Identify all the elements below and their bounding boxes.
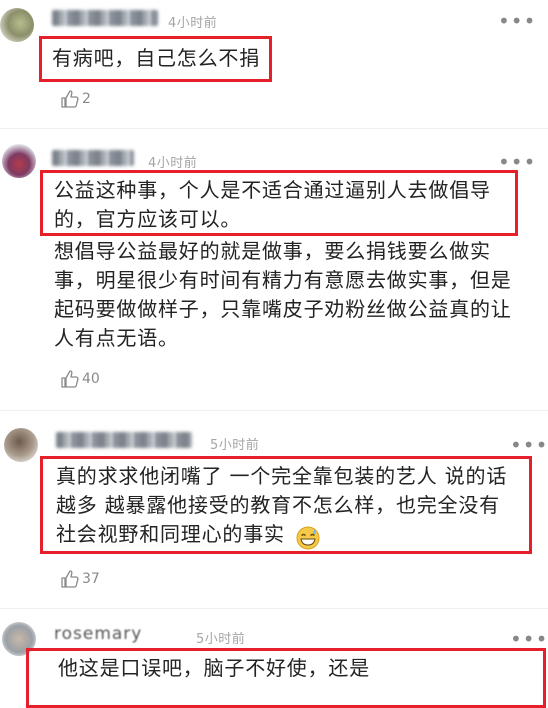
comment-text-continued: 想倡导公益最好的就是做事，要么捐钱要么做实 事，明星很少有时间有精力有意愿去做实… [54, 239, 512, 350]
like-count: 37 [82, 571, 100, 587]
like-button[interactable]: 40 [60, 369, 100, 389]
timestamp: 4小时前 [148, 156, 198, 171]
comment-text: 有病吧，自己怎么不捐 [52, 46, 260, 70]
comment-2: 4小时前 ••• 公益这种事，个人是不适合通过逼别人去做倡导 的，官方应该可以。… [0, 140, 548, 410]
timestamp: 5小时前 [210, 438, 260, 453]
divider [0, 608, 548, 609]
comment-3: 5小时前 ••• 真的求求他闭嘴了 一个完全靠包装的艺人 说的话 越多 越暴露他… [0, 424, 548, 609]
comment-text: 真的求求他闭嘴了 一个完全靠包装的艺人 说的话 越多 越暴露他接受的教育不怎么样… [56, 464, 508, 546]
comment-text: 他这是口误吧，脑子不好使，还是 [58, 656, 370, 680]
avatar[interactable] [4, 428, 38, 462]
more-options-icon[interactable]: ••• [498, 152, 536, 172]
thumbs-up-icon [61, 570, 79, 588]
more-options-icon[interactable]: ••• [498, 11, 536, 31]
like-count: 40 [82, 371, 100, 387]
grinning-sweat-emoji [296, 526, 320, 550]
avatar[interactable] [0, 8, 34, 42]
comment-4: rosemary 5小时前 ••• 他这是口误吧，脑子不好使，还是 [0, 618, 548, 708]
like-button[interactable]: 2 [60, 89, 91, 109]
thumbs-up-icon [61, 90, 79, 108]
avatar[interactable] [2, 144, 36, 178]
comment-1: 4小时前 ••• 有病吧，自己怎么不捐 2 [0, 0, 548, 125]
thumbs-up-icon [61, 370, 79, 388]
more-options-icon[interactable]: ••• [510, 435, 548, 455]
comment-text: 公益这种事，个人是不适合通过逼别人去做倡导 的，官方应该可以。 [54, 178, 491, 231]
divider [0, 128, 548, 129]
timestamp: 5小时前 [196, 632, 246, 647]
divider [0, 410, 548, 411]
username[interactable]: rosemary [54, 624, 142, 644]
username[interactable] [56, 432, 192, 448]
like-button[interactable]: 37 [60, 569, 100, 589]
username[interactable] [52, 150, 134, 166]
timestamp: 4小时前 [168, 16, 218, 31]
username[interactable] [52, 10, 158, 26]
more-options-icon[interactable]: ••• [510, 629, 548, 649]
like-count: 2 [82, 91, 91, 107]
